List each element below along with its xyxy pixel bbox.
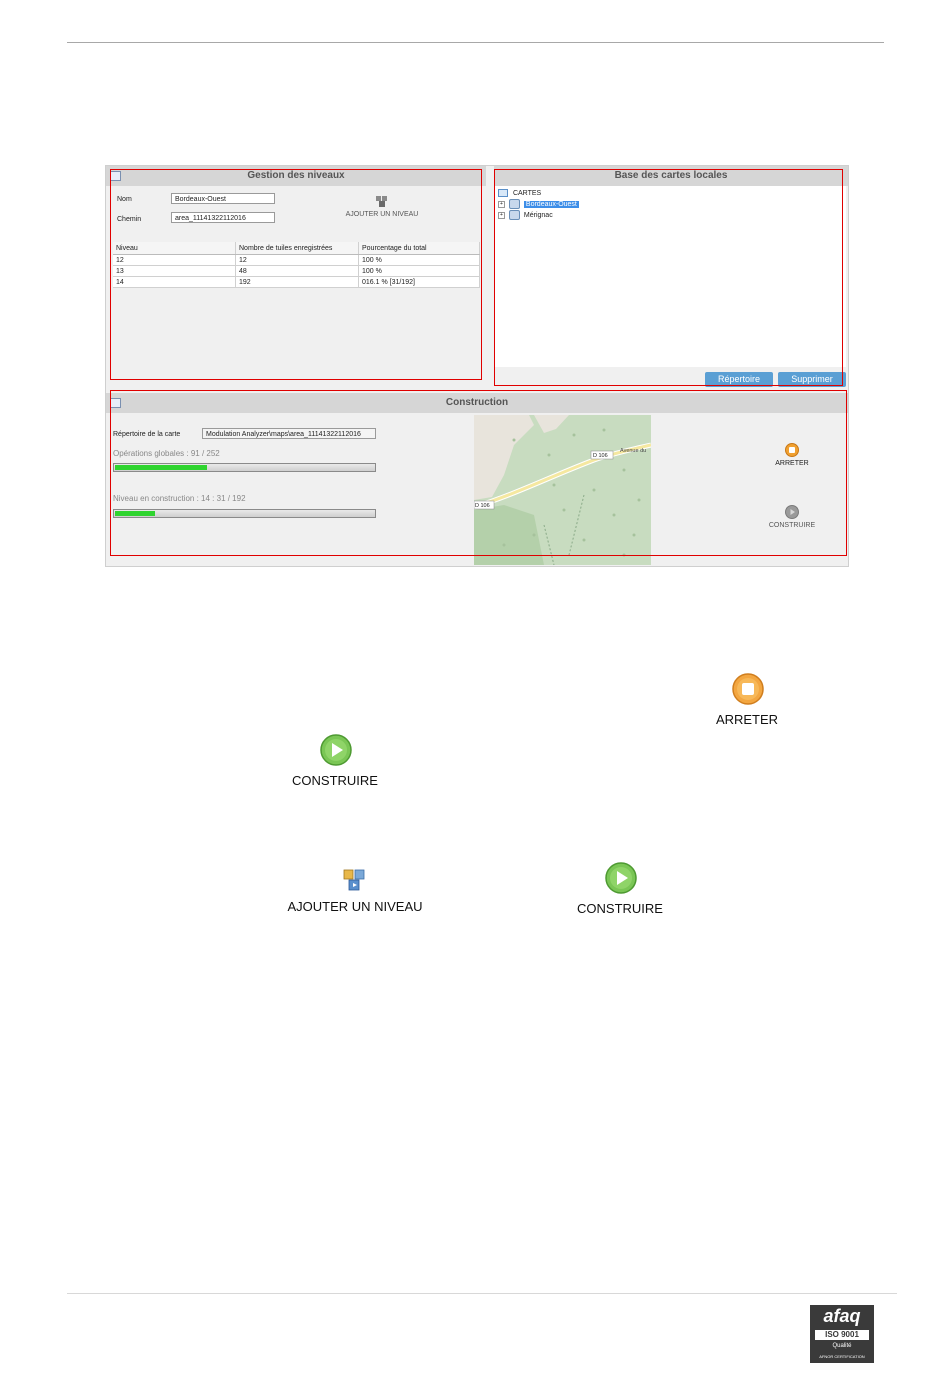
afaq-iso-text: ISO 9001 bbox=[815, 1330, 869, 1340]
expand-icon[interactable]: + bbox=[498, 211, 505, 219]
add-level-icon bbox=[343, 869, 365, 891]
afaq-cert-text: AFNOR CERTIFICATION bbox=[819, 1354, 865, 1359]
supprimer-button[interactable]: Supprimer bbox=[778, 372, 846, 387]
ops-progress-fill bbox=[115, 465, 208, 470]
minimize-icon[interactable] bbox=[110, 171, 121, 181]
niveau-label: Niveau en construction : 14 : 31 / 192 bbox=[113, 494, 246, 503]
table-cell: 12 bbox=[235, 254, 359, 266]
tree-root-label: CARTES bbox=[512, 190, 542, 197]
map-road-label: D 106 bbox=[593, 453, 608, 459]
bottom-rule bbox=[67, 1293, 897, 1294]
ops-label: Opérations globales : 91 / 252 bbox=[113, 449, 220, 458]
col-tuiles[interactable]: Nombre de tuiles enregistrées bbox=[235, 242, 359, 255]
stop-icon bbox=[785, 443, 799, 457]
table-cell: 48 bbox=[235, 265, 359, 277]
afaq-logo: afaq ISO 9001 Qualité AFNOR CERTIFICATIO… bbox=[810, 1305, 874, 1363]
table-cell: 12 bbox=[113, 254, 236, 266]
tree-item-label: Mérignac bbox=[523, 212, 553, 219]
table-row[interactable]: 13 48 100 % bbox=[113, 265, 480, 277]
map-icon bbox=[508, 199, 520, 210]
repertoire-carte-label: Répertoire de la carte bbox=[113, 431, 181, 438]
col-pourcentage[interactable]: Pourcentage du total bbox=[358, 242, 480, 255]
add-level-icon bbox=[376, 196, 387, 207]
gestion-title: Gestion des niveaux bbox=[106, 166, 486, 186]
tree-item-bordeaux[interactable]: + Bordeaux-Ouest bbox=[498, 199, 579, 210]
chemin-label: Chemin bbox=[117, 216, 142, 223]
construire-button[interactable]: CONSTRUIRE bbox=[762, 505, 822, 535]
app-screenshot: Gestion des niveaux Nom Bordeaux-Ouest C… bbox=[105, 165, 849, 567]
repertoire-button[interactable]: Répertoire bbox=[705, 372, 773, 387]
table-cell: 016.1 % [31/192] bbox=[358, 276, 480, 288]
arreter-caption: ARRETER bbox=[715, 712, 779, 727]
play-icon bbox=[320, 734, 352, 766]
maps-tree: CARTES + Bordeaux-Ouest + Mérignac bbox=[498, 188, 579, 221]
table-cell: 100 % bbox=[358, 265, 480, 277]
map-road-label: D 106 bbox=[475, 503, 490, 509]
construire-caption: CONSTRUIRE bbox=[577, 901, 663, 916]
table-cell: 14 bbox=[113, 276, 236, 288]
arreter-label: ARRETER bbox=[775, 460, 809, 467]
afaq-logo-text: afaq bbox=[823, 1306, 861, 1326]
map-street-label: Avenue du bbox=[620, 448, 646, 454]
map-preview[interactable]: D 106 Avenue du D 106 bbox=[474, 415, 651, 565]
construire-caption: CONSTRUIRE bbox=[292, 773, 378, 788]
arreter-button[interactable]: ARRETER bbox=[762, 443, 822, 473]
base-title: Base des cartes locales bbox=[494, 166, 848, 186]
levels-header-row: Niveau Nombre de tuiles enregistrées Pou… bbox=[113, 242, 480, 255]
expand-icon[interactable]: + bbox=[498, 200, 505, 208]
table-cell: 13 bbox=[113, 265, 236, 277]
arreter-large: ARRETER bbox=[705, 673, 789, 733]
construction-panel: Construction Répertoire de la carte Modu… bbox=[106, 393, 848, 566]
niveau-progress-bar bbox=[113, 509, 376, 518]
ajouter-caption: AJOUTER UN NIVEAU bbox=[287, 899, 423, 914]
chemin-input[interactable]: area_11141322112016 bbox=[171, 212, 275, 223]
play-icon-disabled bbox=[785, 505, 799, 519]
ajouter-large: AJOUTER UN NIVEAU bbox=[280, 868, 430, 918]
table-row[interactable]: 14 192 016.1 % [31/192] bbox=[113, 276, 480, 288]
table-cell: 100 % bbox=[358, 254, 480, 266]
top-rule bbox=[67, 42, 884, 43]
stop-icon bbox=[732, 673, 764, 705]
table-cell: 192 bbox=[235, 276, 359, 288]
minimize-icon[interactable] bbox=[110, 398, 121, 408]
tree-item-merignac[interactable]: + Mérignac bbox=[498, 210, 579, 221]
map-icon bbox=[508, 210, 520, 221]
construire-label: CONSTRUIRE bbox=[768, 522, 816, 529]
base-panel: Base des cartes locales CARTES + Bordeau… bbox=[494, 166, 848, 388]
tree-root[interactable]: CARTES bbox=[498, 188, 579, 199]
table-row[interactable]: 12 12 100 % bbox=[113, 254, 480, 266]
repertoire-carte-input[interactable]: Modulation Analyzer\maps\area_1114132211… bbox=[202, 428, 376, 439]
gestion-panel: Gestion des niveaux Nom Bordeaux-Ouest C… bbox=[106, 166, 486, 386]
nom-label: Nom bbox=[117, 196, 132, 203]
levels-table: Niveau Nombre de tuiles enregistrées Pou… bbox=[113, 242, 480, 288]
add-level-label: AJOUTER UN NIVEAU bbox=[345, 211, 419, 218]
construction-title: Construction bbox=[106, 393, 848, 413]
col-niveau[interactable]: Niveau bbox=[113, 242, 236, 255]
construire-large-2: CONSTRUIRE bbox=[570, 862, 670, 922]
ops-progress-bar bbox=[113, 463, 376, 472]
add-level-button[interactable]: AJOUTER UN NIVEAU bbox=[342, 194, 422, 222]
folder-icon bbox=[498, 189, 508, 198]
play-icon bbox=[605, 862, 637, 894]
afaq-qualite-text: Qualité bbox=[832, 1343, 852, 1349]
construire-large-1: CONSTRUIRE bbox=[285, 734, 385, 794]
nom-input[interactable]: Bordeaux-Ouest bbox=[171, 193, 275, 204]
niveau-progress-fill bbox=[115, 511, 156, 516]
tree-item-label: Bordeaux-Ouest bbox=[523, 201, 579, 208]
